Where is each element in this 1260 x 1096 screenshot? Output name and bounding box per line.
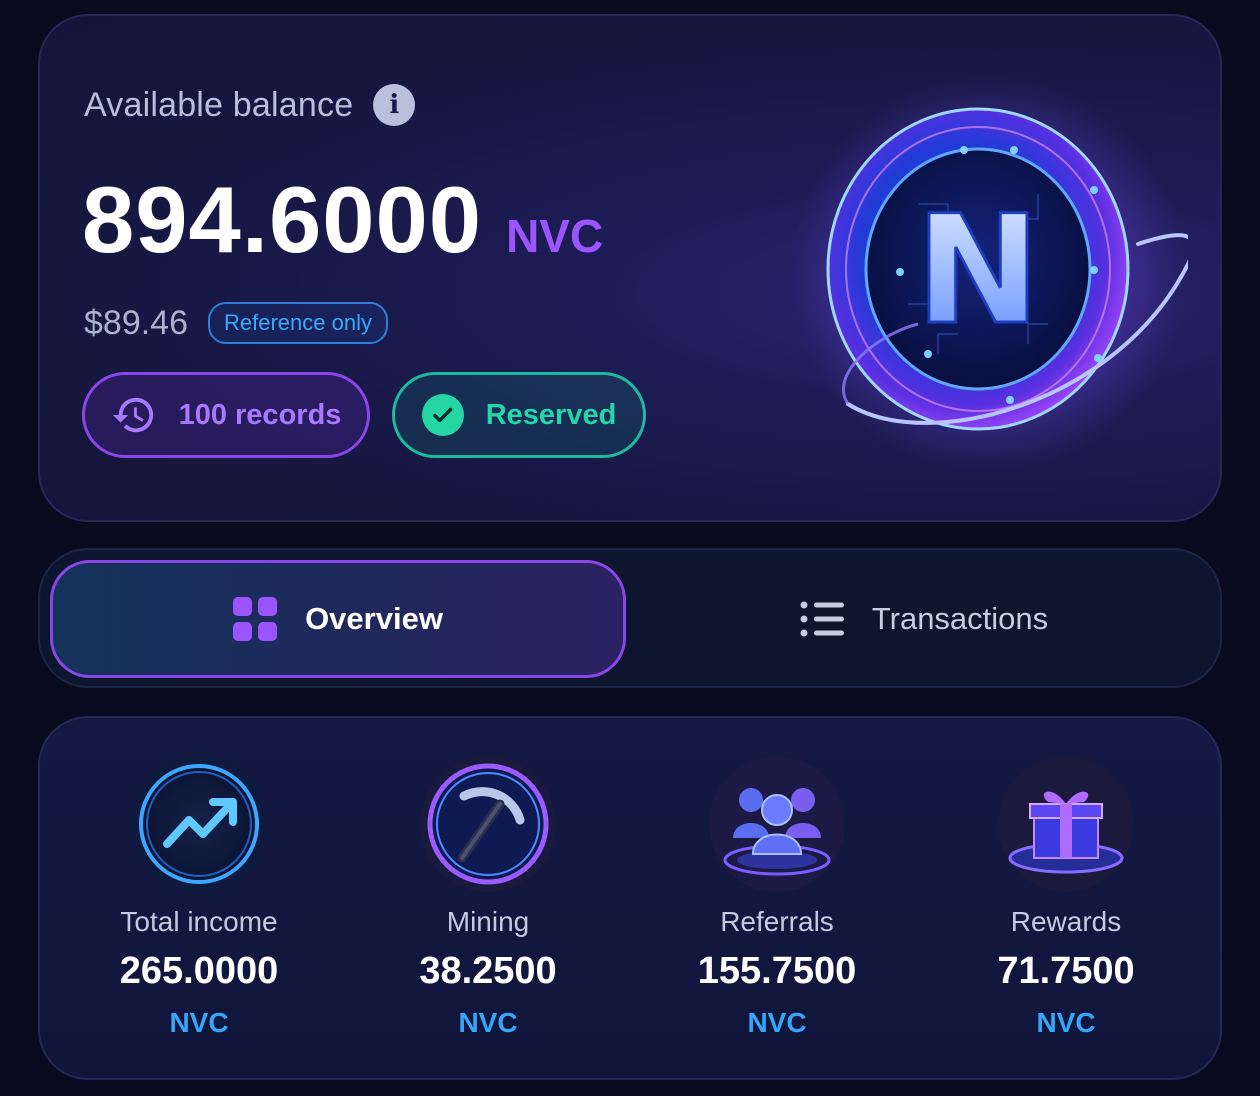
stat-total-income: Total income 265.0000 NVC [54,754,344,1039]
balance-unit: NVC [506,210,604,262]
usd-value: $89.46 [84,303,188,342]
tab-transactions-label: Transactions [871,601,1049,636]
stat-referrals: Referrals 155.7500 NVC [632,754,922,1039]
records-button[interactable]: 100 records [82,372,370,458]
stat-value: 38.2500 [419,950,557,992]
reserved-label: Reserved [485,398,617,431]
stat-rewards: Rewards 71.7500 NVC [921,754,1211,1039]
pickaxe-icon [420,756,556,892]
check-circle-icon [421,394,464,436]
tab-bar: Overview Transactions [38,548,1222,688]
stat-value: 265.0000 [119,950,279,992]
stat-unit: NVC [169,1007,229,1038]
nvc-coin-logo: N [790,76,1188,472]
tab-transactions[interactable]: Transactions [640,560,1208,678]
stat-unit: NVC [458,1007,518,1038]
tab-overview[interactable]: Overview [50,560,626,678]
stats-panel: Total income 265.0000 NVC Mining 38.2500… [38,716,1222,1080]
info-icon[interactable]: i [373,84,416,126]
stat-label: Rewards [1010,906,1122,937]
stat-label: Mining [446,906,530,937]
balance-label: Available balance [84,85,354,124]
gift-icon [998,756,1134,892]
reference-only-badge: Reference only [208,302,388,344]
coin-letter: N [915,184,1041,358]
balance-label-row: Available balance i [84,84,416,126]
balance-card: Available balance i 894.6000 NVC $89.46 … [38,14,1222,522]
stat-label: Referrals [720,906,834,937]
stat-unit: NVC [747,1007,807,1038]
balance-amount: 894.6000 [82,167,483,272]
balance-amount-row: 894.6000 NVC [82,166,603,274]
records-label: 100 records [178,398,342,431]
list-icon [800,601,844,637]
usd-row: $89.46 Reference only [84,302,388,344]
users-group-icon [709,756,845,892]
stat-unit: NVC [1036,1007,1096,1038]
trend-up-icon [131,756,267,892]
stat-mining: Mining 38.2500 NVC [343,754,633,1039]
tab-overview-label: Overview [305,601,443,636]
grid-icon [233,597,278,641]
stat-label: Total income [120,906,278,937]
history-icon [112,397,153,433]
stat-value: 71.7500 [997,950,1135,992]
stat-value: 155.7500 [697,950,857,992]
reserved-button[interactable]: Reserved [392,372,646,458]
